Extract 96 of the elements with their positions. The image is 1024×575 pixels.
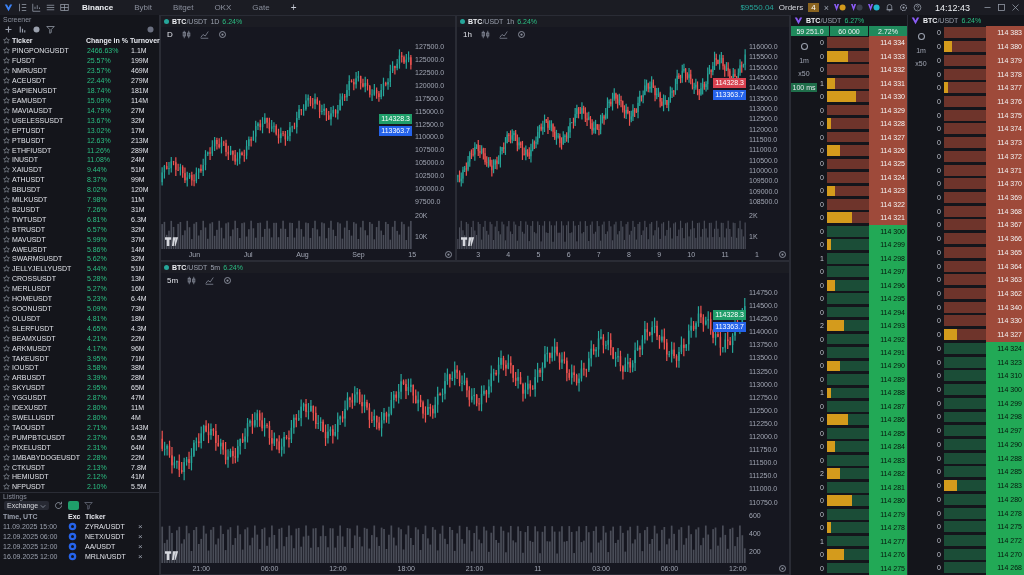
star-icon[interactable] — [3, 364, 10, 372]
star-icon[interactable] — [3, 453, 10, 461]
star-icon[interactable] — [3, 344, 10, 352]
star-icon[interactable] — [3, 67, 10, 75]
bars-icon[interactable] — [18, 25, 27, 34]
remove-button[interactable]: × — [138, 541, 143, 551]
star-icon[interactable] — [3, 384, 10, 392]
star-icon[interactable] — [3, 275, 10, 283]
logo-icon — [165, 237, 179, 246]
star-icon[interactable] — [3, 77, 10, 85]
star-icon[interactable] — [3, 47, 10, 55]
remove-button[interactable]: × — [138, 521, 143, 531]
remove-button[interactable]: × — [138, 531, 143, 541]
help-icon[interactable] — [912, 3, 922, 12]
account-icon[interactable] — [867, 3, 880, 12]
list-icon[interactable] — [46, 3, 55, 12]
status-dot-icon — [460, 19, 465, 24]
star-icon[interactable] — [3, 166, 10, 174]
star-icon[interactable] — [3, 205, 10, 213]
star-icon[interactable] — [3, 374, 10, 382]
filter-icon[interactable] — [46, 25, 55, 34]
star-icon[interactable] — [3, 156, 10, 164]
star-icon[interactable] — [3, 414, 10, 421]
star-icon[interactable] — [3, 354, 10, 362]
star-icon[interactable] — [3, 324, 10, 332]
layout-icon[interactable] — [18, 3, 27, 12]
logo-icon[interactable] — [4, 3, 13, 12]
bell-icon[interactable] — [884, 3, 894, 12]
close-icon[interactable] — [1011, 3, 1020, 12]
account-icon[interactable] — [850, 3, 863, 12]
toggle-button[interactable] — [68, 501, 80, 510]
logo-icon — [165, 551, 179, 560]
exchange-tab[interactable]: Bitget — [164, 3, 202, 12]
exchange-tab[interactable]: Bybit — [126, 3, 160, 12]
indicators-icon[interactable] — [205, 275, 215, 285]
star-icon[interactable] — [3, 106, 10, 114]
refresh-icon[interactable] — [54, 501, 64, 510]
star-icon[interactable] — [3, 126, 10, 134]
exchange-tab[interactable]: Gate — [244, 3, 278, 12]
star-icon[interactable] — [3, 295, 10, 303]
account-icon[interactable] — [833, 3, 846, 12]
star-icon[interactable] — [3, 255, 10, 263]
orders-count-badge: 4 — [808, 3, 819, 12]
candles-icon[interactable] — [480, 29, 490, 39]
remove-button[interactable]: × — [138, 551, 143, 561]
star-icon[interactable] — [3, 215, 10, 223]
star-icon[interactable] — [3, 314, 10, 322]
exchange-tab[interactable]: OKX — [206, 3, 240, 12]
star-icon[interactable] — [3, 225, 10, 233]
star-icon[interactable] — [3, 57, 10, 65]
star-icon[interactable] — [3, 37, 10, 44]
star-icon[interactable] — [3, 196, 10, 204]
star-icon[interactable] — [3, 97, 10, 104]
circle-icon[interactable] — [32, 25, 41, 34]
star-icon[interactable] — [3, 394, 10, 402]
indicators-icon[interactable] — [498, 29, 508, 39]
indicators-icon[interactable] — [199, 29, 209, 39]
star-icon[interactable] — [3, 473, 10, 481]
timeframe-button[interactable]: 5m — [167, 275, 179, 285]
exchange-tab[interactable]: Binance — [74, 3, 122, 12]
candles-icon[interactable] — [187, 275, 197, 285]
maximize-icon[interactable] — [997, 3, 1006, 12]
star-icon[interactable] — [3, 305, 10, 312]
add-icon[interactable] — [4, 25, 13, 34]
star-icon[interactable] — [3, 136, 10, 144]
timeframe-button[interactable]: 1h — [463, 29, 472, 39]
star-icon[interactable] — [3, 265, 10, 273]
star-icon[interactable] — [3, 423, 10, 431]
star-icon[interactable] — [3, 334, 10, 342]
star-icon[interactable] — [3, 245, 10, 253]
star-icon[interactable] — [3, 235, 10, 243]
close-button[interactable]: × — [823, 2, 829, 13]
timeframe-button[interactable]: D — [167, 29, 173, 39]
status-dot-icon — [164, 265, 169, 270]
candles-icon[interactable] — [181, 29, 191, 39]
star-icon[interactable] — [3, 463, 10, 471]
star-icon[interactable] — [3, 87, 10, 95]
star-icon[interactable] — [3, 443, 10, 451]
star-icon[interactable] — [3, 404, 10, 412]
star-icon[interactable] — [3, 146, 10, 154]
star-icon[interactable] — [3, 186, 10, 194]
add-tab-button[interactable]: + — [282, 2, 305, 13]
star-icon[interactable] — [3, 433, 10, 441]
star-icon[interactable] — [3, 483, 10, 491]
star-icon[interactable] — [3, 285, 10, 293]
filter-icon[interactable] — [84, 501, 94, 510]
logo-icon — [461, 237, 475, 246]
caret-icon — [40, 502, 47, 509]
chart-icon[interactable] — [32, 3, 41, 12]
star-icon[interactable] — [3, 116, 10, 124]
status-dot-icon — [164, 19, 169, 24]
star-icon[interactable] — [3, 176, 10, 184]
grid-icon[interactable] — [60, 3, 69, 12]
clock: 14:12:43 — [934, 2, 970, 13]
orders-label[interactable]: Orders — [778, 3, 804, 12]
balance: $9550.04 — [740, 3, 774, 12]
